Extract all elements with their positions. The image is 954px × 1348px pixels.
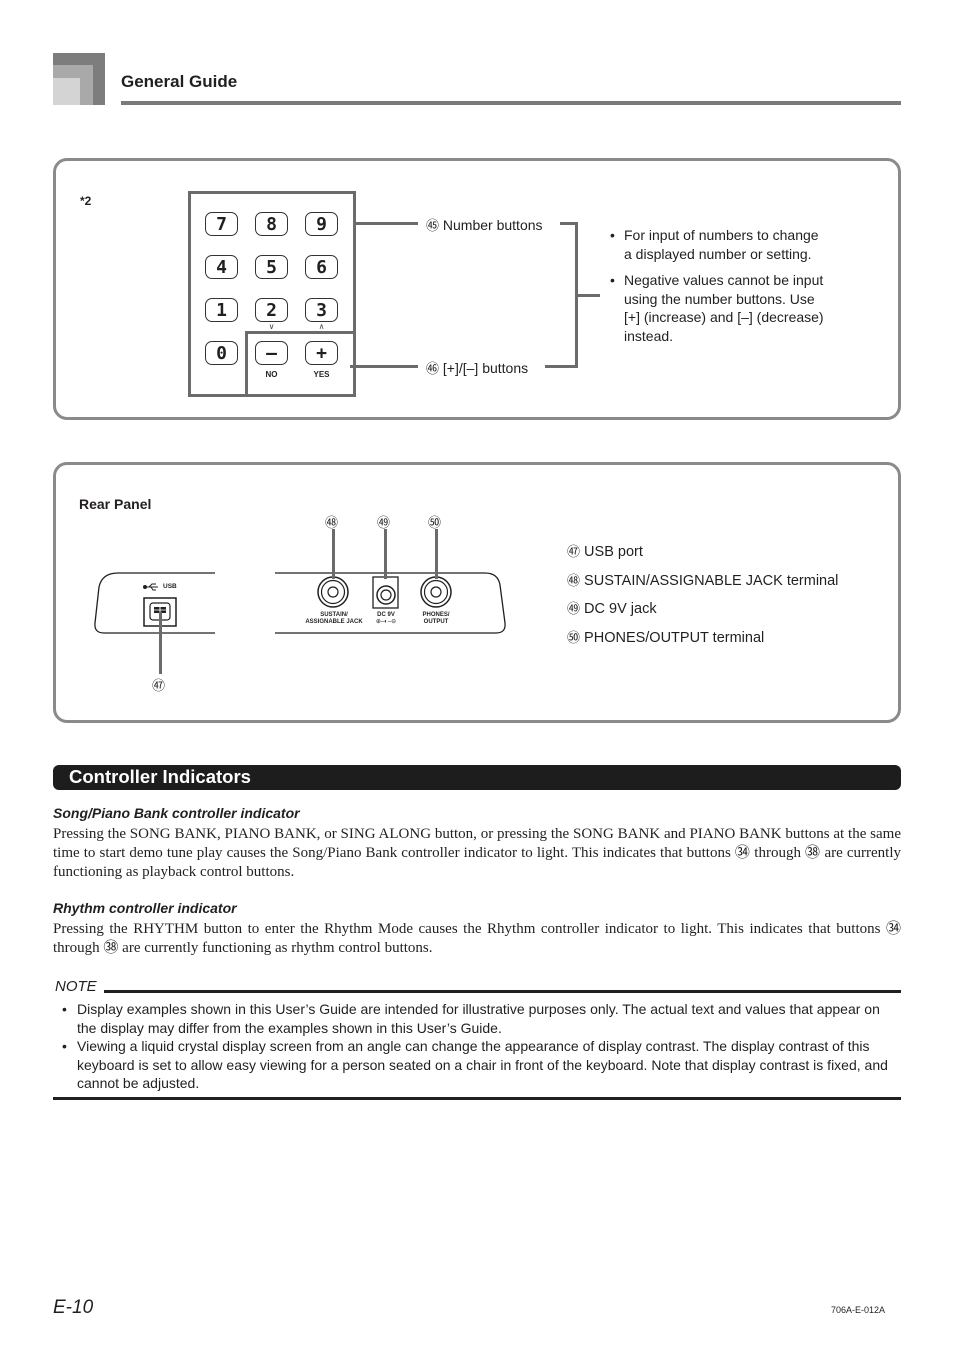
callout-label: [+]/[–] buttons xyxy=(442,360,529,376)
phones-jack-label: PHONES/ OUTPUT xyxy=(422,612,450,625)
keypad-notes: For input of numbers to change a display… xyxy=(610,226,825,353)
callout-label: Number buttons xyxy=(442,217,543,233)
bracket-line xyxy=(578,294,600,297)
callout-num: ㊺ xyxy=(426,218,440,233)
key-minus: – xyxy=(255,341,288,365)
note-bottom-rule xyxy=(53,1097,901,1100)
usb-icon xyxy=(143,583,158,591)
key-4: 4 xyxy=(205,255,238,279)
key-7: 7 xyxy=(205,212,238,236)
item-label: PHONES/OUTPUT terminal xyxy=(584,629,765,646)
header-decoration xyxy=(53,78,80,105)
rear-panel-title: Rear Panel xyxy=(79,496,152,512)
key-5: 5 xyxy=(255,255,288,279)
list-item: ㊾ DC 9V jack xyxy=(567,595,838,624)
item-num: ㊼ xyxy=(567,544,581,559)
dc-jack-label: DC 9V xyxy=(377,612,395,618)
item-num: ㊿ xyxy=(567,629,581,645)
key-8: 8 xyxy=(255,212,288,236)
page-number: E-10 xyxy=(53,1297,94,1318)
item-label: USB port xyxy=(584,544,643,560)
footnote-marker: *2 xyxy=(80,194,92,208)
subsection-heading: Song/Piano Bank controller indicator xyxy=(53,805,300,821)
leader-line xyxy=(356,222,418,225)
tag-dc: ㊾ xyxy=(377,515,391,530)
item-num: ㊽ xyxy=(567,572,581,588)
key-minus-label: NO xyxy=(265,370,278,379)
leader-line xyxy=(384,529,387,579)
key-3: 3 xyxy=(305,298,338,322)
key-2: 2 xyxy=(255,298,288,322)
key-9: 9 xyxy=(305,212,338,236)
leader-line xyxy=(159,612,162,674)
keypad-note: Negative values cannot be input using th… xyxy=(610,271,825,345)
list-item: ㊿ PHONES/OUTPUT terminal xyxy=(567,624,838,653)
page-title: General Guide xyxy=(121,72,238,91)
item-label: SUSTAIN/ASSIGNABLE JACK terminal xyxy=(584,572,839,589)
leader-line xyxy=(332,529,335,579)
note-rule xyxy=(104,990,901,993)
usb-label: USB xyxy=(163,583,177,590)
subsection-heading: Rhythm controller indicator xyxy=(53,900,237,916)
key-1: 1 xyxy=(205,298,238,322)
key-plus: + xyxy=(305,341,338,365)
leader-line xyxy=(350,365,418,368)
sustain-jack-label: SUSTAIN/ ASSIGNABLE JACK xyxy=(305,612,363,625)
callout-plus-minus-buttons: ㊻ [+]/[–] buttons xyxy=(426,358,528,377)
note-item: Viewing a liquid crystal display screen … xyxy=(62,1037,901,1093)
note-label: NOTE xyxy=(55,978,97,995)
note-item: Display examples shown in this User’s Gu… xyxy=(62,1000,901,1037)
list-item: ㊽ SUSTAIN/ASSIGNABLE JACK terminal xyxy=(567,567,838,596)
document-code: 706A-E-012A xyxy=(831,1305,886,1315)
item-num: ㊾ xyxy=(567,601,581,616)
leader-line xyxy=(435,529,438,579)
note-list: Display examples shown in this User’s Gu… xyxy=(62,1000,901,1093)
key-6: 6 xyxy=(305,255,338,279)
keypad-note: For input of numbers to change a display… xyxy=(610,226,825,263)
section-title: Controller Indicators xyxy=(69,766,251,787)
list-item: ㊼ USB port xyxy=(567,538,838,567)
callout-number-buttons: ㊺ Number buttons xyxy=(426,215,543,234)
dc-polarity-icon: ⊕–◐–⊖ xyxy=(375,619,397,625)
rear-panel-diagram xyxy=(94,572,506,634)
subsection-body: Pressing the RHYTHM button to enter the … xyxy=(53,921,901,956)
tag-usb: ㊼ xyxy=(152,678,166,693)
down-arrow-icon: ∨ xyxy=(268,322,275,331)
item-label: DC 9V jack xyxy=(584,601,657,617)
tag-sustain: ㊽ xyxy=(325,515,339,530)
key-0: 0 xyxy=(205,341,238,365)
up-arrow-icon: ∧ xyxy=(318,322,325,331)
bracket-line xyxy=(545,365,578,368)
key-plus-label: YES xyxy=(313,370,330,379)
callout-num: ㊻ xyxy=(426,361,440,376)
tag-phones: ㊿ xyxy=(428,515,442,530)
header-rule xyxy=(121,101,901,105)
rear-panel-list: ㊼ USB port ㊽ SUSTAIN/ASSIGNABLE JACK ter… xyxy=(567,538,838,652)
subsection-body: Pressing the SONG BANK, PIANO BANK, or S… xyxy=(53,826,901,880)
